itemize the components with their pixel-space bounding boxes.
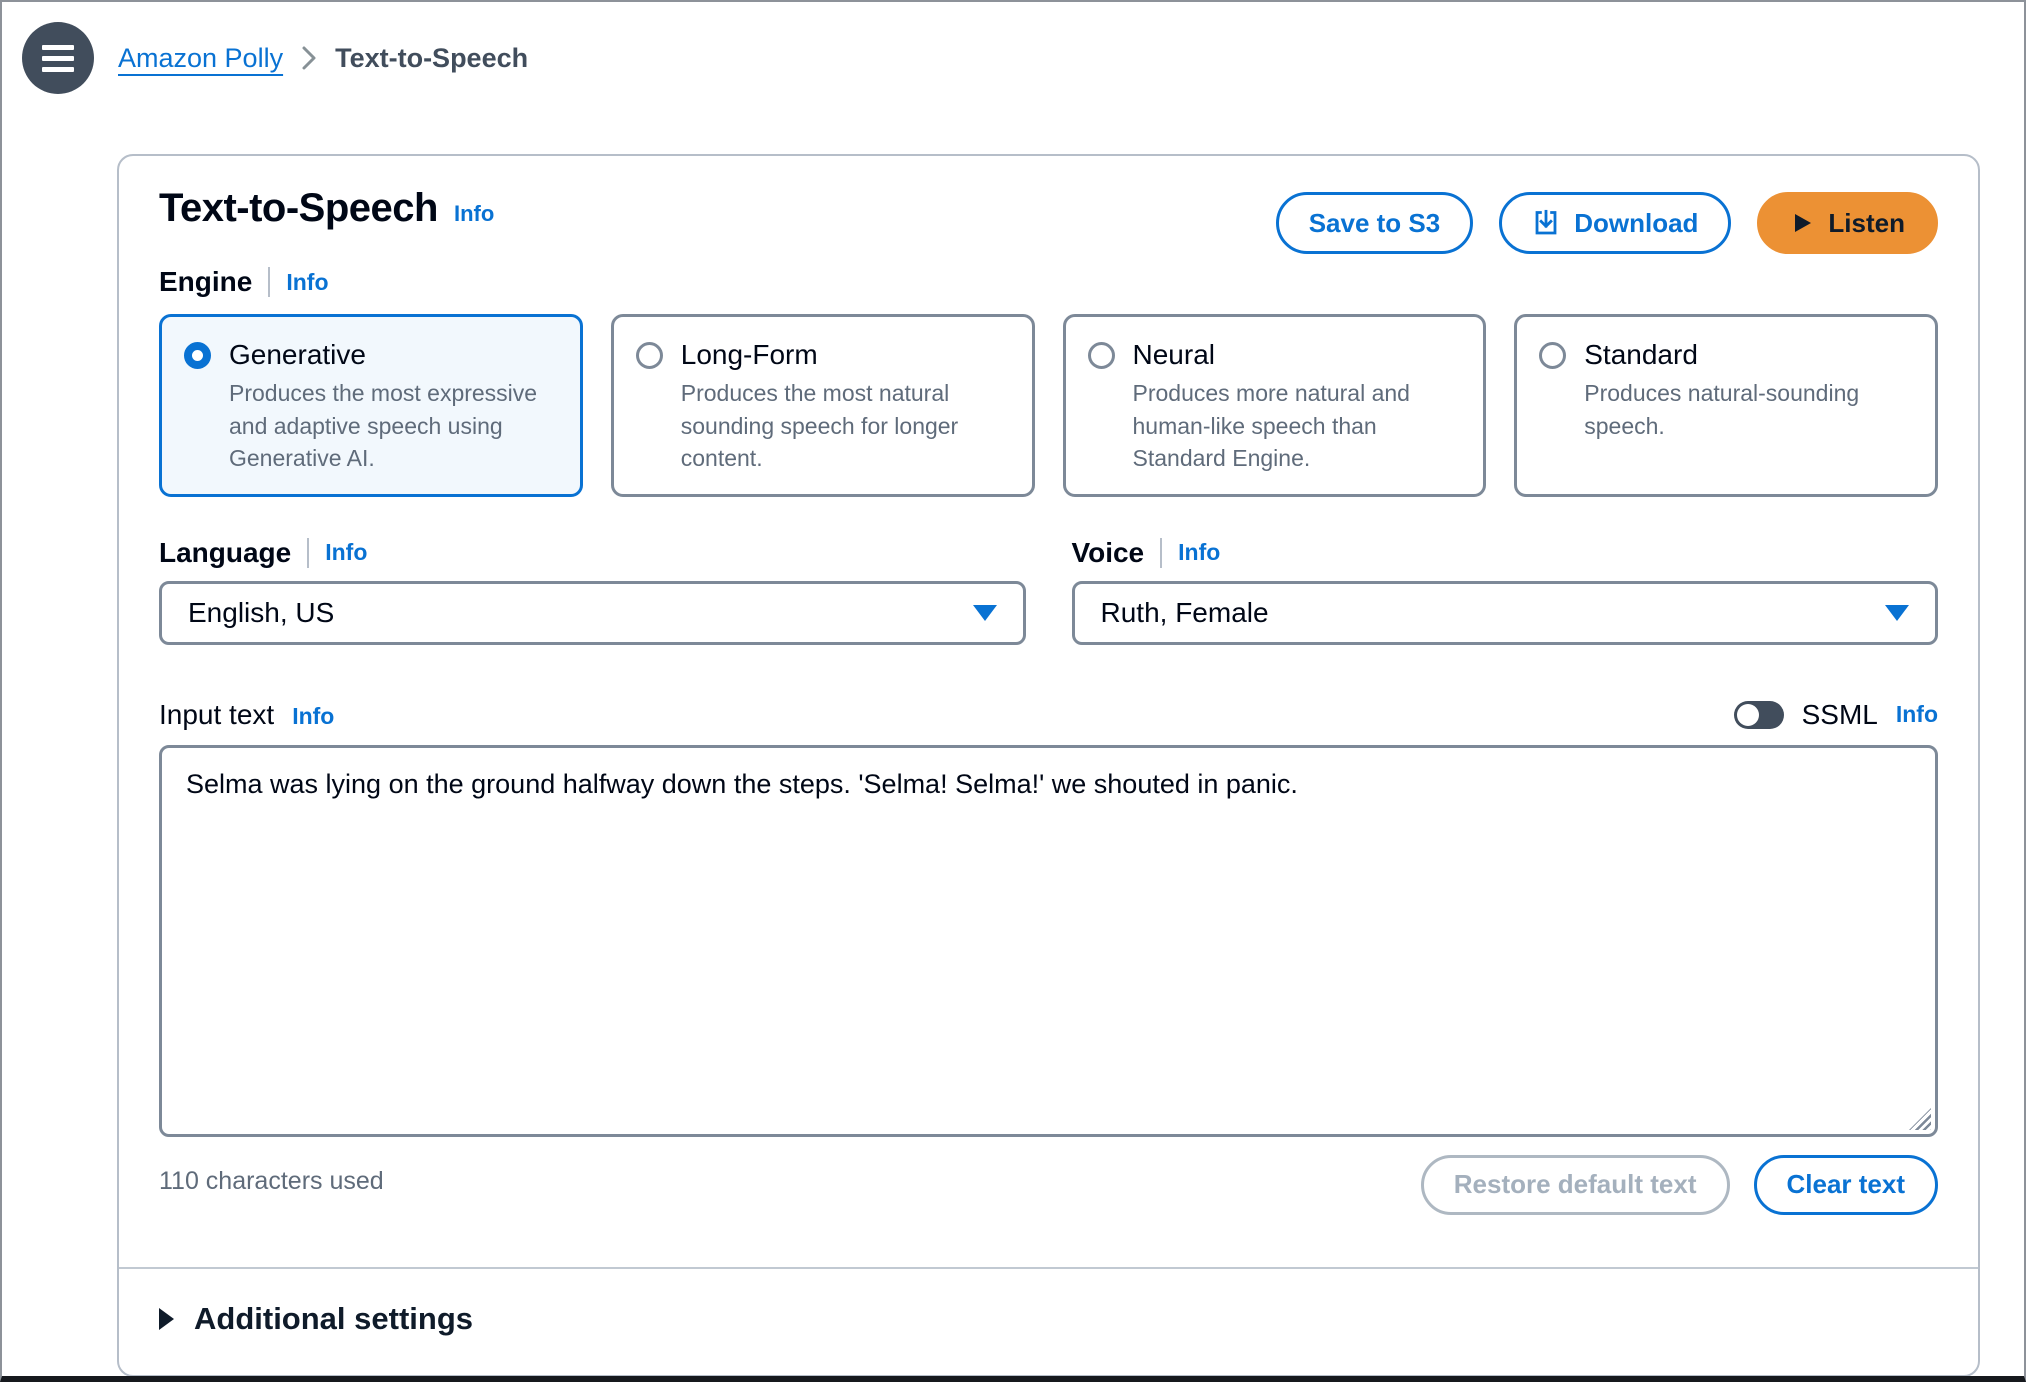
language-label-row: Language Info — [159, 537, 1026, 569]
label-divider — [268, 267, 270, 297]
ssml-label: SSML — [1802, 699, 1878, 731]
voice-selected-value: Ruth, Female — [1101, 597, 1269, 629]
voice-info-link[interactable]: Info — [1178, 539, 1220, 566]
engine-option-name: Long-Form — [681, 337, 1010, 373]
input-text-area[interactable]: Selma was lying on the ground halfway do… — [159, 745, 1938, 1137]
engine-options: Generative Produces the most expressive … — [159, 314, 1938, 497]
radio-checked-icon — [184, 342, 211, 369]
caret-right-icon — [159, 1308, 174, 1330]
additional-settings-toggle[interactable]: Additional settings — [119, 1267, 1978, 1375]
hamburger-icon — [42, 45, 74, 72]
restore-default-text-button[interactable]: Restore default text — [1421, 1155, 1730, 1215]
engine-info-link[interactable]: Info — [286, 269, 328, 296]
language-info-link[interactable]: Info — [325, 539, 367, 566]
breadcrumb-link-amazon-polly[interactable]: Amazon Polly — [118, 43, 283, 74]
save-to-s3-button[interactable]: Save to S3 — [1276, 192, 1474, 254]
app-window: Amazon Polly Text-to-Speech Text-to-Spee… — [0, 0, 2026, 1382]
listen-label: Listen — [1828, 208, 1905, 239]
language-selected-value: English, US — [188, 597, 334, 629]
voice-select[interactable]: Ruth, Female — [1072, 581, 1939, 645]
download-icon — [1532, 209, 1560, 237]
voice-label-row: Voice Info — [1072, 537, 1939, 569]
page-title: Text-to-Speech — [159, 186, 438, 231]
input-text-label: Input text — [159, 699, 274, 731]
engine-option-description: Produces natural-sounding speech. — [1584, 377, 1913, 441]
language-select[interactable]: English, US — [159, 581, 1026, 645]
radio-unchecked-icon — [636, 342, 663, 369]
engine-option-long-form[interactable]: Long-Form Produces the most natural soun… — [611, 314, 1035, 497]
engine-option-description: Produces more natural and human-like spe… — [1133, 377, 1462, 474]
listen-button[interactable]: Listen — [1757, 192, 1938, 254]
action-buttons: Save to S3 Download — [1276, 192, 1938, 254]
radio-unchecked-icon — [1088, 342, 1115, 369]
chevron-right-icon — [301, 45, 317, 71]
engine-option-generative[interactable]: Generative Produces the most expressive … — [159, 314, 583, 497]
radio-unchecked-icon — [1539, 342, 1566, 369]
text-to-speech-panel: Text-to-Speech Info Save to S3 — [117, 154, 1980, 1377]
breadcrumb: Amazon Polly Text-to-Speech — [118, 43, 528, 74]
panel-header: Text-to-Speech Info Save to S3 — [159, 186, 1938, 254]
toggle-knob — [1737, 704, 1759, 726]
ssml-toggle[interactable] — [1734, 701, 1784, 729]
voice-label: Voice — [1072, 537, 1145, 569]
engine-label-row: Engine Info — [159, 266, 1938, 298]
chevron-down-icon — [1885, 605, 1909, 621]
language-label: Language — [159, 537, 291, 569]
input-text-container: Selma was lying on the ground halfway do… — [159, 745, 1938, 1137]
clear-text-button[interactable]: Clear text — [1754, 1155, 1939, 1215]
engine-option-name: Neural — [1133, 337, 1462, 373]
chevron-down-icon — [973, 605, 997, 621]
engine-label: Engine — [159, 266, 252, 298]
restore-default-text-label: Restore default text — [1454, 1169, 1697, 1200]
play-icon — [1790, 211, 1814, 235]
engine-option-neural[interactable]: Neural Produces more natural and human-l… — [1063, 314, 1487, 497]
character-count: 110 characters used — [159, 1155, 384, 1196]
input-text-info-link[interactable]: Info — [292, 703, 334, 730]
top-navigation: Amazon Polly Text-to-Speech — [2, 2, 2024, 98]
title-info-link[interactable]: Info — [454, 201, 494, 227]
engine-option-description: Produces the most expressive and adaptiv… — [229, 377, 558, 474]
textarea-footer: 110 characters used Restore default text… — [159, 1155, 1938, 1215]
clear-text-label: Clear text — [1787, 1169, 1906, 1200]
input-text-label-row: Input text Info SSML Info — [159, 699, 1938, 731]
ssml-info-link[interactable]: Info — [1896, 701, 1938, 728]
breadcrumb-current: Text-to-Speech — [335, 43, 528, 74]
label-divider — [1160, 538, 1162, 568]
engine-option-name: Generative — [229, 337, 558, 373]
label-divider — [307, 538, 309, 568]
engine-option-standard[interactable]: Standard Produces natural-sounding speec… — [1514, 314, 1938, 497]
engine-option-description: Produces the most natural sounding speec… — [681, 377, 1010, 474]
download-button[interactable]: Download — [1499, 192, 1731, 254]
language-voice-row: Language Info English, US Voice Info — [159, 537, 1938, 645]
menu-button[interactable] — [22, 22, 94, 94]
save-to-s3-label: Save to S3 — [1309, 208, 1441, 239]
download-label: Download — [1574, 208, 1698, 239]
additional-settings-label: Additional settings — [194, 1301, 473, 1337]
engine-option-name: Standard — [1584, 337, 1913, 373]
